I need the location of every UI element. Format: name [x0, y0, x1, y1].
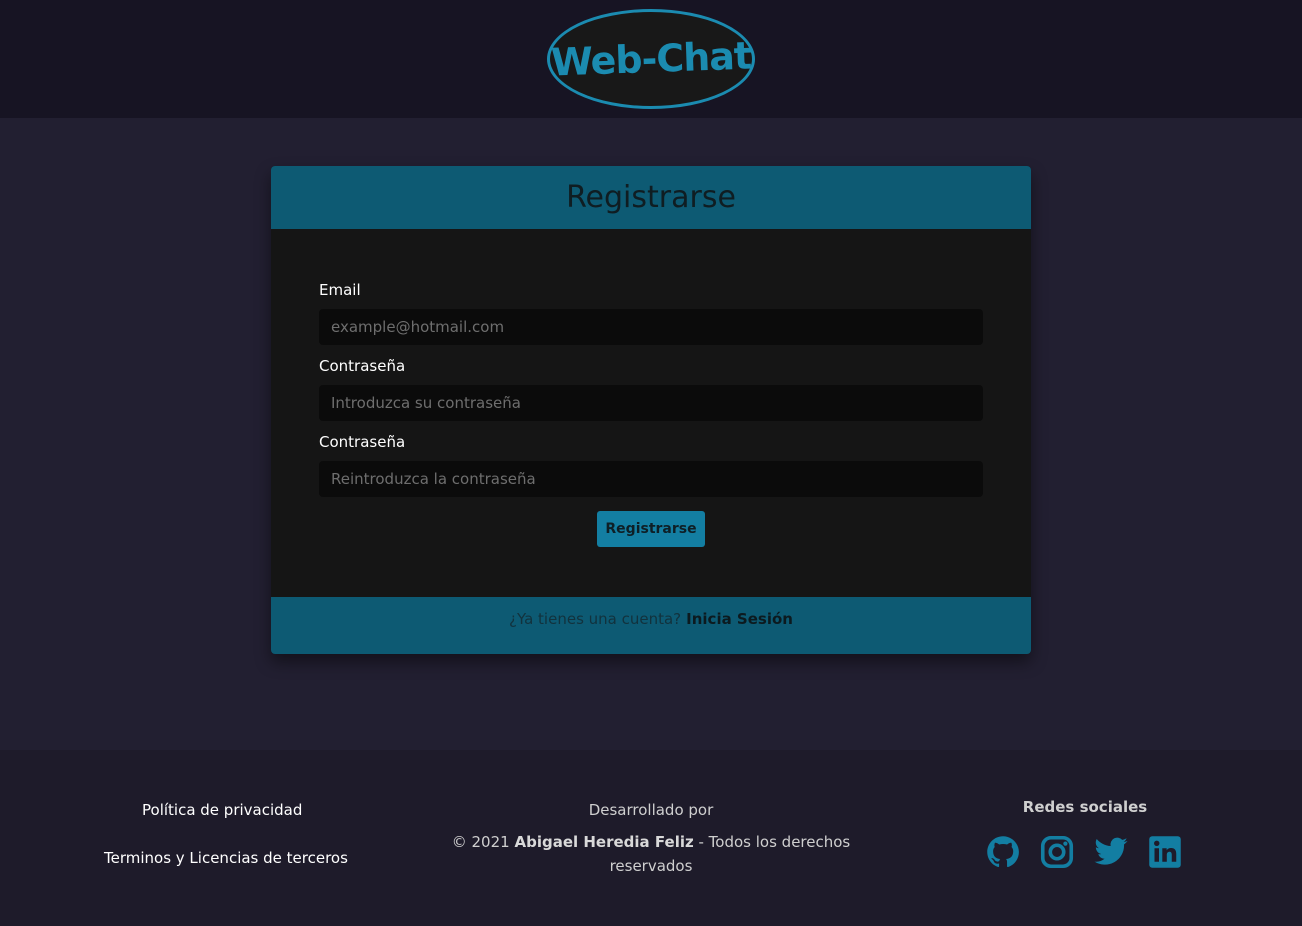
card-header: Registrarse [271, 166, 1031, 229]
social-links [985, 834, 1183, 870]
logo-text: Web-Chat [550, 33, 752, 85]
card-title: Registrarse [566, 180, 736, 215]
confirm-password-label: Contraseña [319, 433, 406, 451]
top-bar: Web-Chat [0, 0, 1302, 118]
email-input[interactable]: example@hotmail.com [319, 309, 983, 345]
copyright-prefix: © 2021 [451, 833, 510, 851]
terms-link[interactable]: Terminos y Licencias de terceros [104, 849, 348, 867]
github-icon[interactable] [985, 834, 1021, 870]
page-footer: Política de privacidad Terminos y Licenc… [0, 750, 1302, 926]
instagram-icon[interactable] [1039, 834, 1075, 870]
card-footer: ¿Ya tienes una cuenta? Inicia Sesión [271, 597, 1031, 654]
confirm-password-input[interactable]: Reintroduzca la contraseña [319, 461, 983, 497]
email-placeholder: example@hotmail.com [331, 318, 505, 336]
privacy-link[interactable]: Política de privacidad [142, 801, 302, 819]
social-title: Redes sociales [1022, 798, 1148, 816]
login-prompt: ¿Ya tienes una cuenta? [509, 609, 682, 628]
copyright: © 2021 Abigael Heredia Feliz - Todos los… [440, 830, 862, 878]
developed-by: Desarrollado por [588, 801, 714, 819]
password-label: Contraseña [319, 357, 406, 375]
password-placeholder: Introduzca su contraseña [331, 394, 521, 412]
linkedin-icon[interactable] [1147, 834, 1183, 870]
twitter-icon[interactable] [1093, 834, 1129, 870]
register-form: Email example@hotmail.com Contraseña Int… [319, 279, 983, 547]
submit-wrap: Registrarse [319, 511, 983, 547]
register-card: Registrarse Email example@hotmail.com Co… [271, 166, 1031, 654]
confirm-password-placeholder: Reintroduzca la contraseña [331, 470, 536, 488]
password-input[interactable]: Introduzca su contraseña [319, 385, 983, 421]
email-label: Email [319, 281, 361, 299]
login-link[interactable]: Inicia Sesión [686, 610, 793, 628]
author-name: Abigael Heredia Feliz [514, 833, 694, 851]
register-button[interactable]: Registrarse [597, 511, 705, 547]
logo[interactable]: Web-Chat [547, 9, 755, 109]
